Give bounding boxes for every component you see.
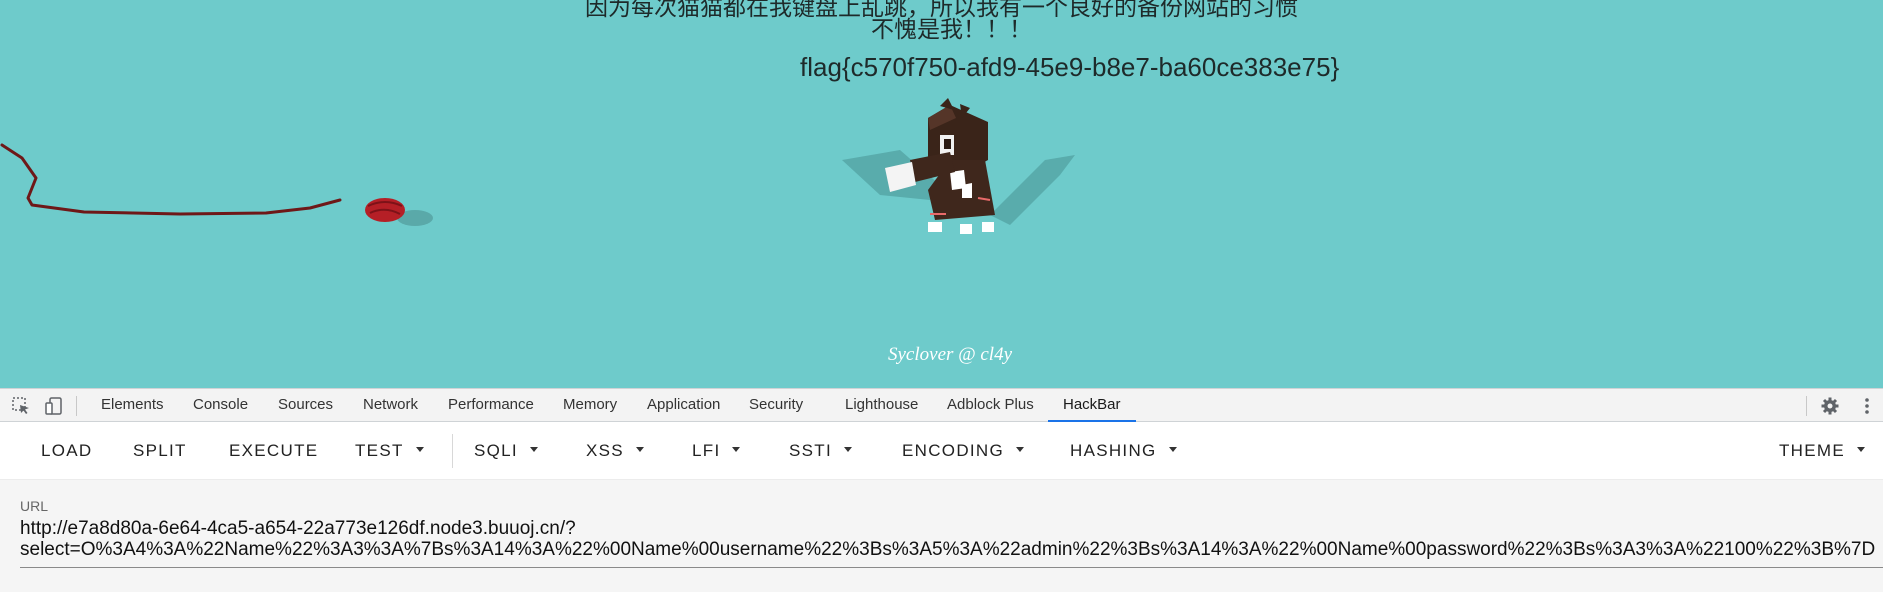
hashing-dropdown-button[interactable]: HASHING — [1070, 422, 1177, 480]
test-dropdown-button[interactable]: TEST — [355, 422, 424, 480]
split-button[interactable]: SPLIT — [133, 422, 187, 480]
toolbar-divider — [452, 434, 453, 468]
tab-adblock-plus[interactable]: Adblock Plus — [947, 389, 1034, 422]
chevron-down-icon — [1016, 447, 1025, 453]
xss-dropdown-button[interactable]: XSS — [586, 422, 644, 480]
tab-application[interactable]: Application — [647, 389, 720, 422]
toolbar-divider — [76, 396, 77, 416]
devtools-panel: Elements Console Sources Network Perform… — [0, 388, 1883, 592]
inspect-element-icon[interactable] — [11, 396, 31, 416]
url-field-label: URL — [20, 498, 49, 514]
chevron-down-icon — [1857, 447, 1865, 453]
chevron-down-icon — [529, 447, 538, 453]
cat-scene-illustration — [0, 98, 1075, 234]
chevron-down-icon — [415, 447, 424, 453]
cat-figure — [885, 98, 995, 234]
tab-performance[interactable]: Performance — [448, 389, 534, 422]
tab-sources[interactable]: Sources — [278, 389, 333, 422]
execute-button[interactable]: EXECUTE — [229, 422, 318, 480]
yarn-string — [0, 143, 342, 216]
encoding-dropdown-button[interactable]: ENCODING — [902, 422, 1025, 480]
lfi-dropdown-button[interactable]: LFI — [692, 422, 741, 480]
page-viewport: 因为每次猫猫都在我键盘上乱跳，所以我有一个良好的备份网站的习惯 不愧是我！！！ … — [0, 0, 1883, 388]
chevron-down-icon — [1168, 447, 1177, 453]
tab-lighthouse[interactable]: Lighthouse — [845, 389, 918, 422]
tab-console[interactable]: Console — [193, 389, 248, 422]
more-menu-icon[interactable] — [1857, 396, 1877, 416]
load-button[interactable]: LOAD — [41, 422, 93, 480]
tab-memory[interactable]: Memory — [563, 389, 617, 422]
toolbar-divider — [1806, 396, 1807, 416]
ssti-dropdown-button[interactable]: SSTI — [789, 422, 852, 480]
tab-hackbar[interactable]: HackBar — [1048, 389, 1136, 422]
url-input[interactable]: http://e7a8d80a-6e64-4ca5-a654-22a773e12… — [20, 518, 1878, 560]
yarn-ball-icon — [365, 198, 405, 222]
chevron-down-icon — [844, 447, 852, 453]
settings-gear-icon[interactable] — [1820, 396, 1840, 416]
page-credit: Syclover @ cl4y — [887, 344, 1013, 365]
hackbar-toolbar: LOAD SPLIT EXECUTE TEST SQLI XSS LFI SST… — [0, 422, 1883, 480]
devtools-tabbar: Elements Console Sources Network Perform… — [0, 388, 1883, 422]
url-field-container: URL http://e7a8d80a-6e64-4ca5-a654-22a77… — [0, 480, 1883, 592]
sqli-dropdown-button[interactable]: SQLI — [474, 422, 538, 480]
cat-shadow — [990, 155, 1075, 225]
theme-dropdown-button[interactable]: THEME — [1779, 422, 1865, 480]
tab-network[interactable]: Network — [363, 389, 418, 422]
url-input-underline — [20, 567, 1883, 568]
tab-security[interactable]: Security — [749, 389, 803, 422]
chevron-down-icon — [732, 447, 741, 453]
tab-elements[interactable]: Elements — [101, 389, 164, 422]
device-toolbar-icon[interactable] — [44, 396, 64, 416]
chevron-down-icon — [635, 447, 644, 453]
